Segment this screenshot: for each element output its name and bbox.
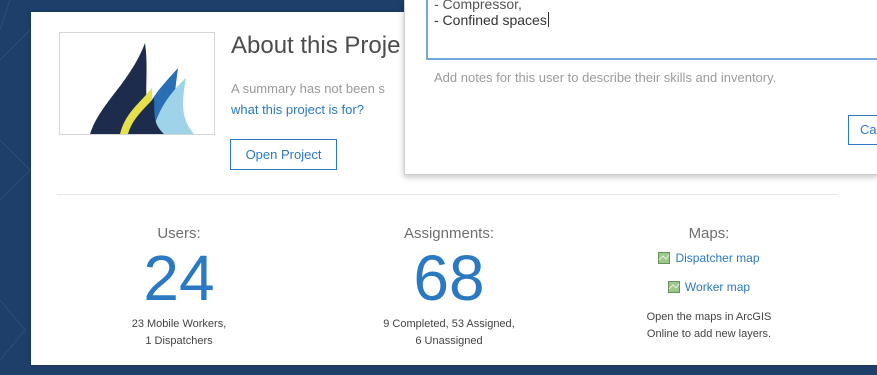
assignments-label: Assignments:: [403, 225, 495, 242]
assignments-detail-line2: 6 Unassigned: [415, 335, 483, 347]
maps-stat: Maps: Dispatcher map Worker map Open the…: [614, 225, 804, 343]
dispatcher-map-label: Dispatcher map: [675, 251, 760, 265]
assignments-stat: Assignments: 68 9 Completed, 53 Assigned…: [354, 225, 544, 350]
map-thumbnail-icon: [667, 281, 680, 293]
user-notes-dialog: - Compressor, - Confined spaces Add note…: [404, 0, 877, 175]
worker-map-label: Worker map: [684, 280, 751, 294]
about-summary: A summary has not been s what this proje…: [231, 78, 385, 120]
cancel-button[interactable]: Ca: [848, 115, 877, 145]
users-detail-line2: 1 Dispatchers: [145, 335, 213, 347]
dispatcher-map-link[interactable]: Dispatcher map: [614, 249, 804, 267]
users-label: Users:: [157, 225, 201, 242]
project-logo: [59, 32, 215, 135]
summary-text: A summary has not been s: [231, 81, 385, 96]
summary-link[interactable]: what this project is for?: [231, 99, 385, 120]
divider: [57, 194, 837, 195]
notes-line-2: - Confined spaces: [434, 12, 549, 28]
maps-note-line1: Open the maps in ArcGIS: [646, 311, 772, 323]
notes-hint: Add notes for this user to describe thei…: [434, 70, 777, 85]
assignments-detail-line1: 9 Completed, 53 Assigned,: [383, 318, 515, 330]
notes-line-1: - Compressor,: [434, 0, 522, 12]
about-title: About this Proje: [231, 32, 401, 59]
open-project-button[interactable]: Open Project: [230, 139, 337, 170]
maps-label: Maps:: [688, 225, 730, 242]
assignments-count: 68: [413, 242, 485, 314]
project-logo-icon: [90, 43, 194, 134]
users-detail-line1: 23 Mobile Workers,: [131, 318, 227, 330]
users-count: 24: [143, 242, 215, 314]
map-thumbnail-icon: [658, 252, 671, 264]
users-stat: Users: 24 23 Mobile Workers, 1 Dispatche…: [99, 225, 259, 350]
maps-note-line2: Online to add new layers.: [646, 328, 772, 340]
text-caret: [547, 12, 549, 27]
notes-textarea[interactable]: - Compressor, - Confined spaces: [426, 0, 877, 60]
worker-map-link[interactable]: Worker map: [614, 278, 804, 296]
